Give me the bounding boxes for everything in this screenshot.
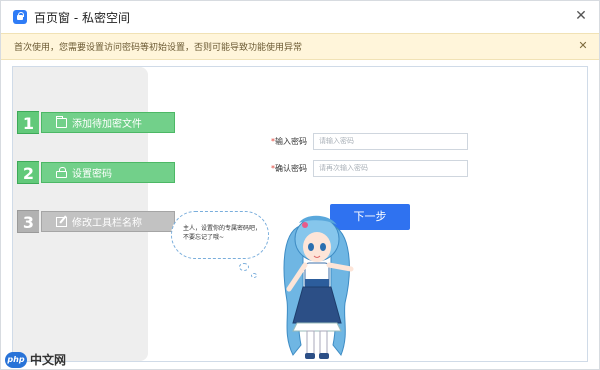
notice-text: 首次使用，您需要设置访问密码等初始设置，否则可能导致功能使用异常 [14, 43, 303, 53]
bubble-text: 主人，设置你的专属密码吧，不要忘记了哦~ [183, 225, 262, 241]
setup-panel: 1 添加待加密文件 2 设置密码 3 修改工具栏名称 *输入密码 请输入密码 *… [12, 66, 588, 362]
confirm-password-label: *确认密码 [271, 164, 307, 173]
step-number: 1 [17, 111, 39, 134]
window-title: 百页窗 - 私密空间 [34, 10, 130, 25]
watermark-logo: php [5, 351, 27, 368]
step-number: 3 [17, 210, 39, 233]
mascot-illustration [283, 215, 354, 359]
lock-app-icon [13, 10, 27, 24]
site-watermark: php 中文网 [5, 351, 66, 368]
step-set-password[interactable]: 2 设置密码 [17, 161, 175, 184]
password-label: *输入密码 [271, 137, 307, 146]
step-bar: 添加待加密文件 [41, 112, 175, 133]
step-add-files[interactable]: 1 添加待加密文件 [17, 111, 175, 134]
password-input[interactable]: 请输入密码 [313, 133, 468, 150]
lock-icon [56, 167, 67, 178]
notice-banner: 首次使用，您需要设置访问密码等初始设置，否则可能导致功能使用异常 ✕ [1, 33, 599, 60]
confirm-password-row: *确认密码 请再次输入密码 [271, 160, 468, 177]
title-bar: 百页窗 - 私密空间 ✕ [1, 1, 599, 33]
step-label: 设置密码 [72, 169, 112, 180]
watermark-text: 中文网 [30, 353, 67, 367]
password-row: *输入密码 请输入密码 [271, 133, 468, 150]
edit-icon [56, 216, 67, 227]
bubble-tail-dot [239, 263, 249, 271]
step-number: 2 [17, 161, 39, 184]
step-label: 修改工具栏名称 [72, 218, 142, 229]
notice-close-icon[interactable]: ✕ [576, 39, 590, 53]
step-rename-toolbar[interactable]: 3 修改工具栏名称 [17, 210, 175, 233]
step-bar: 修改工具栏名称 [41, 211, 175, 232]
confirm-password-input[interactable]: 请再次输入密码 [313, 160, 468, 177]
step-label: 添加待加密文件 [72, 119, 142, 130]
window-close-icon[interactable]: ✕ [573, 8, 589, 24]
private-space-window: 百页窗 - 私密空间 ✕ 首次使用，您需要设置访问密码等初始设置，否则可能导致功… [0, 0, 600, 370]
folder-icon [56, 115, 67, 128]
step-bar: 设置密码 [41, 162, 175, 183]
